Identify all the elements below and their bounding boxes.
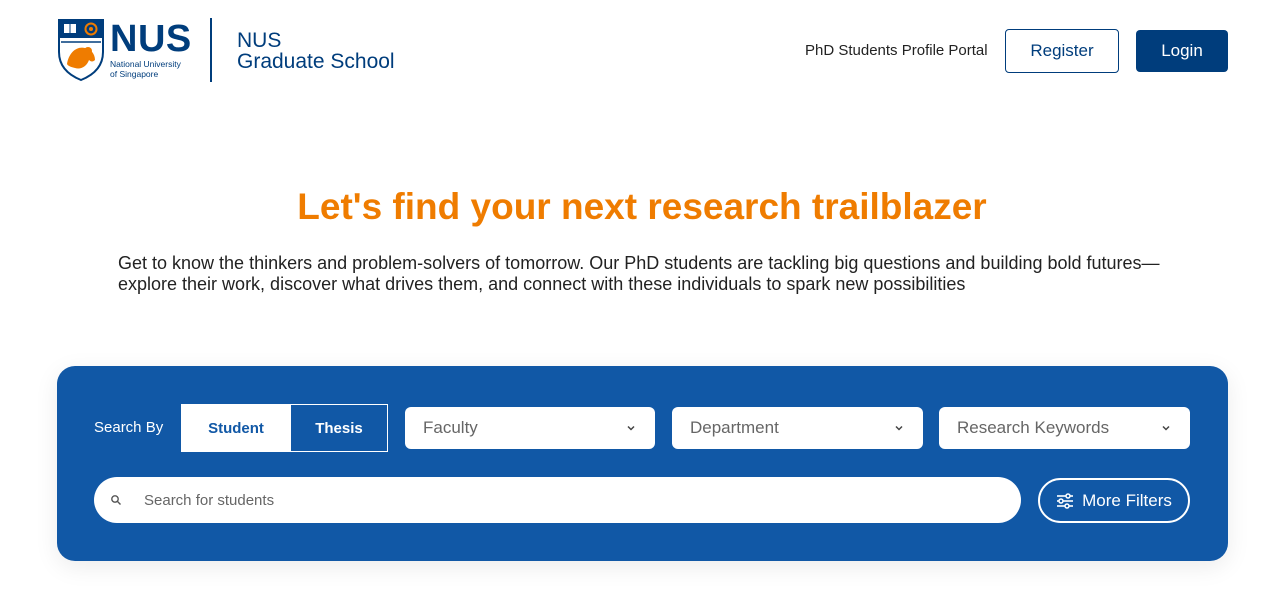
nus-word: NUS	[110, 18, 192, 60]
school-line1: NUS	[237, 29, 282, 52]
search-type-toggle: Student Thesis	[181, 404, 388, 452]
portal-title: PhD Students Profile Portal	[805, 42, 988, 59]
faculty-select[interactable]: Faculty	[405, 407, 655, 449]
nus-subtitle-line1: National University	[110, 59, 181, 69]
toggle-thesis[interactable]: Thesis	[290, 405, 387, 451]
chevron-down-icon	[1162, 425, 1170, 431]
hero-description: Get to know the thinkers and problem-sol…	[118, 253, 1160, 294]
research-keywords-select-label: Research Keywords	[957, 418, 1110, 437]
department-select[interactable]: Department	[672, 407, 923, 449]
graduate-school-name[interactable]: NUS Graduate School	[237, 30, 395, 72]
search-bar	[94, 477, 1021, 523]
more-filters-label: More Filters	[1082, 490, 1172, 510]
site-header: NUS National University of Singapore NUS…	[0, 0, 1280, 100]
department-select-label: Department	[690, 418, 779, 437]
search-icon	[111, 495, 121, 505]
more-filters-button[interactable]: More Filters	[1038, 478, 1190, 523]
chevron-down-icon	[627, 425, 635, 431]
hero-title: Let's find your next research trailblaze…	[297, 186, 987, 227]
logo-divider	[210, 18, 212, 82]
toggle-student[interactable]: Student	[182, 405, 290, 451]
search-by-label: Search By	[94, 419, 164, 436]
nus-subtitle-line2: of Singapore	[110, 69, 159, 79]
sliders-icon	[1057, 492, 1074, 509]
search-panel: Search By Student Thesis Faculty Departm…	[57, 366, 1228, 561]
school-line2: Graduate School	[237, 50, 395, 73]
chevron-down-icon	[895, 425, 903, 431]
search-input[interactable]	[144, 491, 964, 509]
research-keywords-select[interactable]: Research Keywords	[939, 407, 1190, 449]
login-button[interactable]: Login	[1136, 30, 1228, 72]
nus-crest-icon	[58, 19, 104, 82]
register-button[interactable]: Register	[1005, 29, 1119, 73]
nus-logo[interactable]: NUS National University of Singapore	[57, 18, 192, 82]
nus-wordmark: NUS National University of Singapore	[110, 18, 192, 79]
faculty-select-label: Faculty	[423, 418, 478, 437]
